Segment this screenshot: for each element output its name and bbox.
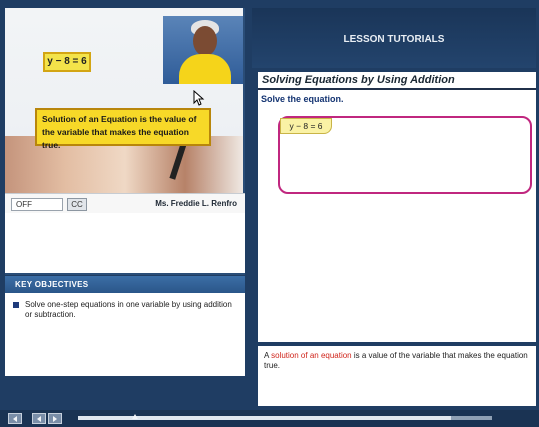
bullet-icon bbox=[13, 302, 19, 308]
caption-bar: OFF CC Ms. Freddie L. Renfro bbox=[5, 193, 245, 213]
lesson-prompt: Solve the equation. bbox=[261, 94, 344, 104]
mouse-cursor-icon bbox=[193, 90, 205, 106]
notes-area bbox=[5, 213, 245, 275]
footer-highlight: solution of an equation bbox=[271, 351, 352, 360]
video-player[interactable]: y − 8 = 6 Solution of an Equation is the… bbox=[5, 8, 245, 193]
lesson-tutorials-header: LESSON TUTORIALS bbox=[252, 8, 536, 68]
caption-field[interactable]: OFF bbox=[11, 198, 63, 211]
lesson-title: Solving Equations by Using Addition bbox=[258, 72, 536, 90]
objective-item: Solve one-step equations in one variable… bbox=[5, 293, 245, 320]
rewind-button[interactable] bbox=[8, 413, 22, 424]
presenter-video bbox=[163, 16, 243, 84]
scrubber-handle[interactable] bbox=[132, 414, 138, 419]
key-objectives-header: KEY OBJECTIVES bbox=[5, 276, 245, 293]
playback-controls bbox=[0, 410, 539, 427]
key-objectives-panel: KEY OBJECTIVES Solve one-step equations … bbox=[5, 276, 245, 376]
definition-card: Solution of an Equation is the value of … bbox=[35, 108, 211, 150]
cc-button[interactable]: CC bbox=[67, 198, 87, 211]
lesson-workspace: Solve the equation. y − 8 = 6 bbox=[258, 90, 536, 342]
presenter-head bbox=[193, 26, 217, 56]
equation-tag: y − 8 = 6 bbox=[280, 118, 332, 134]
back-button[interactable] bbox=[32, 413, 46, 424]
play-button[interactable] bbox=[48, 413, 62, 424]
rewind-icon bbox=[13, 416, 17, 422]
objective-text: Solve one-step equations in one variable… bbox=[25, 300, 232, 319]
progress-bar[interactable] bbox=[78, 416, 492, 420]
play-icon bbox=[53, 416, 57, 422]
definition-footer: A solution of an equation is a value of … bbox=[258, 346, 536, 406]
back-icon bbox=[37, 416, 41, 422]
presenter-body bbox=[179, 54, 231, 84]
equation-card: y − 8 = 6 bbox=[43, 52, 91, 72]
presenter-name: Ms. Freddie L. Renfro bbox=[155, 199, 237, 208]
